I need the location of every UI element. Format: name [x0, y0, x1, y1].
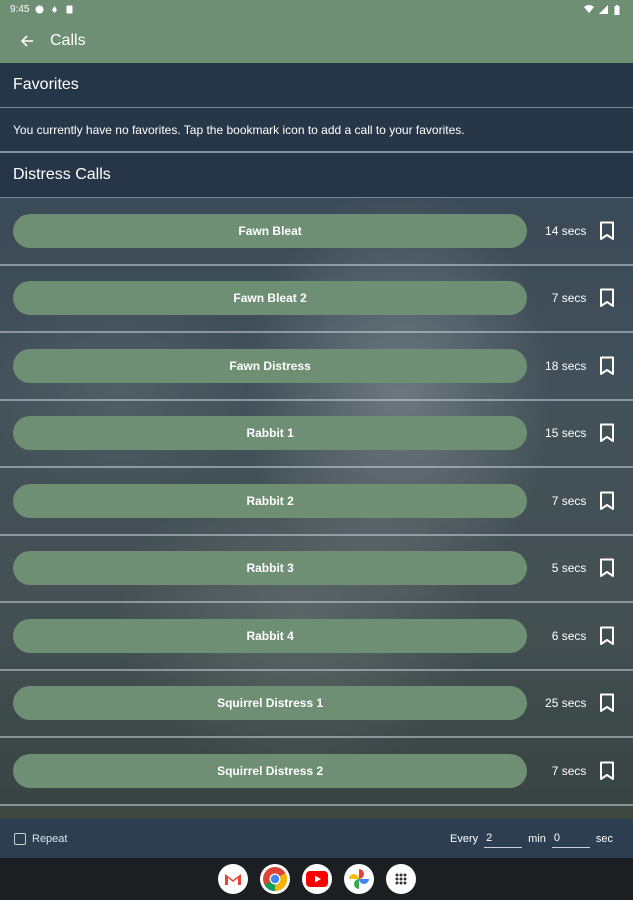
photos-icon[interactable] — [343, 864, 374, 894]
signal-icon — [599, 4, 608, 14]
favorites-header: Favorites — [0, 63, 633, 108]
call-duration: 7 secs — [551, 763, 587, 778]
call-row: Rabbit 1 15 secs — [0, 400, 633, 468]
favorites-empty-message: You currently have no favorites. Tap the… — [0, 108, 633, 153]
repeat-checkbox[interactable] — [14, 832, 26, 845]
bookmark-icon[interactable] — [594, 218, 620, 244]
bookmark-icon[interactable] — [594, 420, 620, 446]
call-row: Fawn Bleat 14 secs — [0, 198, 633, 266]
sim-icon — [65, 5, 74, 14]
status-time: 9:45 — [10, 3, 30, 15]
call-duration: 25 secs — [545, 696, 587, 711]
gmail-icon[interactable] — [217, 864, 248, 894]
repeat-label: Repeat — [32, 832, 68, 845]
call-row: Fawn Bleat 2 7 secs — [0, 265, 633, 333]
call-row: Rabbit 3 5 secs — [0, 535, 633, 603]
bookmark-icon[interactable] — [594, 623, 620, 649]
notification-icon — [35, 5, 44, 14]
call-row: Squirrel Distress 1 25 secs — [0, 670, 633, 738]
taskbar — [0, 858, 633, 900]
bookmark-icon[interactable] — [594, 285, 620, 311]
every-label: Every — [450, 832, 479, 845]
play-call-button[interactable]: Fawn Distress — [13, 348, 528, 383]
back-arrow-icon[interactable] — [16, 30, 38, 52]
app-bar: Calls — [0, 18, 633, 63]
call-duration: 18 secs — [545, 358, 587, 373]
play-call-button[interactable]: Rabbit 2 — [13, 483, 528, 518]
status-bar: 9:45 — [0, 0, 633, 18]
call-duration: 7 secs — [551, 291, 587, 306]
call-row: Rabbit 2 7 secs — [0, 468, 633, 536]
bookmark-icon[interactable] — [594, 353, 620, 379]
battery-icon — [614, 4, 623, 15]
call-duration: 6 secs — [551, 628, 587, 643]
min-label: min — [528, 832, 546, 845]
play-call-button[interactable]: Squirrel Distress 2 — [13, 753, 528, 788]
call-duration: 14 secs — [545, 223, 587, 238]
repeat-seconds-input[interactable] — [551, 829, 590, 848]
play-call-button[interactable]: Fawn Bleat 2 — [13, 281, 528, 316]
bookmark-icon[interactable] — [594, 690, 620, 716]
wifi-icon — [584, 4, 594, 14]
bookmark-icon[interactable] — [594, 488, 620, 514]
apps-icon[interactable] — [385, 864, 416, 894]
call-row: Rabbit 4 6 secs — [0, 603, 633, 671]
chrome-icon[interactable] — [259, 864, 290, 894]
call-duration: 5 secs — [551, 561, 587, 576]
play-call-button[interactable]: Rabbit 4 — [13, 618, 528, 653]
repeat-minutes-input[interactable] — [484, 829, 523, 848]
play-call-button[interactable]: Fawn Bleat — [13, 213, 528, 248]
sec-label: sec — [595, 832, 613, 845]
call-duration: 15 secs — [545, 426, 587, 441]
call-row: Fawn Distress 18 secs — [0, 333, 633, 401]
notification-icon — [50, 5, 59, 14]
call-duration: 7 secs — [551, 493, 587, 508]
play-call-button[interactable]: Squirrel Distress 1 — [13, 686, 528, 721]
calls-list[interactable]: Favorites You currently have no favorite… — [0, 63, 633, 819]
page-title: Calls — [50, 31, 86, 49]
distress-calls-header: Distress Calls — [0, 153, 633, 198]
call-row: Squirrel Distress 2 7 secs — [0, 738, 633, 806]
play-call-button[interactable]: Rabbit 3 — [13, 551, 528, 586]
youtube-icon[interactable] — [301, 864, 332, 894]
bookmark-icon[interactable] — [594, 758, 620, 784]
repeat-bar: Repeat Every min sec — [0, 819, 633, 858]
bookmark-icon[interactable] — [594, 555, 620, 581]
play-call-button[interactable]: Rabbit 1 — [13, 416, 528, 451]
